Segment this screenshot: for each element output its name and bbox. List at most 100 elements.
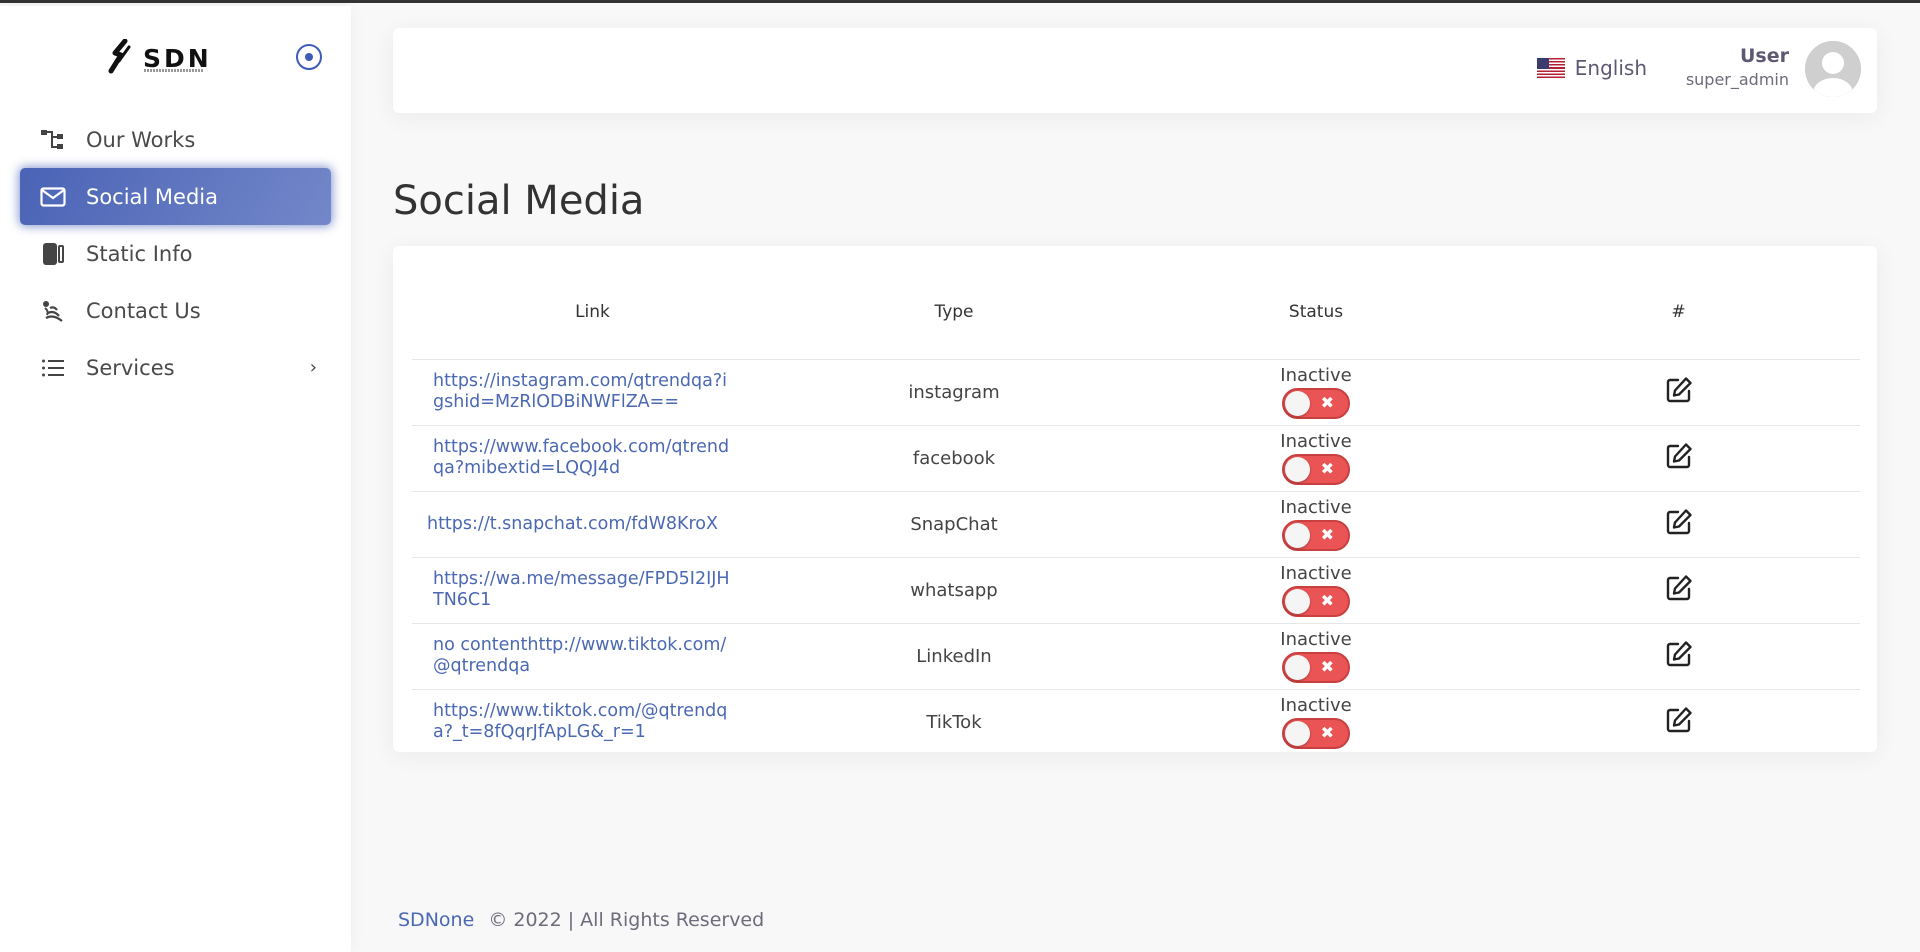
actions-cell: [1497, 359, 1860, 426]
sidebar-item-our-works[interactable]: Our Works: [20, 111, 331, 168]
status-cell: Inactive ✖: [1135, 623, 1497, 690]
status-text: Inactive: [1280, 695, 1352, 717]
top-navbar: English User super_admin: [393, 28, 1877, 113]
sidebar-item-label: Social Media: [86, 184, 219, 209]
link-cell: https://instagram.com/qtrendqa?igshid=Mz…: [412, 359, 773, 426]
us-flag-icon: [1536, 58, 1565, 78]
sidebar-item-label: Contact Us: [86, 298, 201, 323]
type-cell: whatsapp: [773, 557, 1135, 624]
status-text: Inactive: [1280, 431, 1352, 452]
sidebar: SDN Our Works Social Media Static Info C…: [0, 6, 351, 952]
status-cell: Inactive ✖: [1135, 491, 1497, 558]
social-link[interactable]: https://wa.me/message/FPD5I2IJHTN6C1: [433, 569, 733, 611]
column-header-actions: #: [1497, 266, 1860, 360]
footer: SDNone © 2022 | All Rights Reserved: [398, 909, 764, 931]
table-row: https://t.snapchat.com/fdW8KroX SnapChat…: [412, 491, 1860, 558]
link-cell: https://www.tiktok.com/@qtrendqa?_t=8fQq…: [412, 689, 773, 755]
column-header-link: Link: [412, 266, 773, 360]
status-toggle[interactable]: ✖: [1282, 586, 1350, 617]
sidebar-toggle-button[interactable]: [296, 44, 322, 70]
status-text: Inactive: [1280, 563, 1352, 584]
edit-icon[interactable]: [1664, 705, 1694, 735]
close-icon: ✖: [1320, 459, 1334, 478]
brand-mark-icon: [108, 39, 131, 74]
edit-icon[interactable]: [1664, 441, 1694, 471]
brand-tagline: [144, 69, 204, 72]
language-selector[interactable]: English: [1536, 56, 1647, 80]
column-header-type: Type: [773, 266, 1135, 360]
status-text: Inactive: [1280, 629, 1352, 650]
sidebar-item-social-media[interactable]: Social Media: [20, 168, 331, 225]
actions-cell: [1497, 425, 1860, 492]
close-icon: ✖: [1320, 525, 1334, 544]
edit-icon[interactable]: [1664, 639, 1694, 669]
sidebar-item-label: Static Info: [86, 241, 193, 266]
column-header-status: Status: [1135, 266, 1497, 360]
social-link[interactable]: no contenthttp://www.tiktok.com/@qtrendq…: [433, 635, 733, 677]
type-cell: LinkedIn: [773, 623, 1135, 690]
edit-icon[interactable]: [1664, 507, 1694, 537]
footer-copyright: © 2022 | All Rights Reserved: [488, 909, 765, 931]
sidebar-item-contact-us[interactable]: Contact Us: [20, 282, 331, 339]
close-icon: ✖: [1320, 393, 1334, 412]
social-link[interactable]: https://www.tiktok.com/@qtrendqa?_t=8fQq…: [433, 701, 733, 743]
sidebar-item-services[interactable]: Services ›: [20, 339, 331, 396]
table-row: https://www.facebook.com/qtrendqa?mibext…: [412, 425, 1860, 492]
link-cell: https://wa.me/message/FPD5I2IJHTN6C1: [412, 557, 773, 624]
user-avatar-icon: [1805, 41, 1861, 97]
link-cell: no contenthttp://www.tiktok.com/@qtrendq…: [412, 623, 773, 690]
info-panel-icon: [40, 241, 66, 267]
page-title: Social Media: [393, 178, 645, 224]
language-label: English: [1574, 56, 1647, 80]
signal-icon: [40, 298, 66, 324]
table-row: https://wa.me/message/FPD5I2IJHTN6C1 wha…: [412, 557, 1860, 624]
close-icon: ✖: [1320, 723, 1334, 743]
table-header-row: Link Type Status #: [412, 266, 1860, 360]
social-media-table-card: Link Type Status # https://instagram.com…: [393, 246, 1877, 752]
status-toggle[interactable]: ✖: [1282, 388, 1350, 419]
table-row: https://instagram.com/qtrendqa?igshid=Mz…: [412, 359, 1860, 426]
sidebar-item-static-info[interactable]: Static Info: [20, 225, 331, 282]
status-cell: Inactive ✖: [1135, 425, 1497, 492]
toggle-dot-icon: [305, 53, 313, 61]
user-role: super_admin: [1685, 70, 1789, 89]
close-icon: ✖: [1320, 657, 1334, 676]
footer-brand-link[interactable]: SDNone: [398, 909, 474, 931]
actions-cell: [1497, 557, 1860, 624]
mail-icon: [40, 184, 66, 210]
status-toggle[interactable]: ✖: [1282, 652, 1350, 683]
table-row: no contenthttp://www.tiktok.com/@qtrendq…: [412, 623, 1860, 690]
sitemap-icon: [40, 127, 66, 153]
sidebar-item-label: Services: [86, 355, 175, 380]
status-cell: Inactive ✖: [1135, 359, 1497, 426]
status-text: Inactive: [1280, 365, 1352, 386]
type-cell: TikTok: [926, 711, 982, 733]
sidebar-nav: Our Works Social Media Static Info Conta…: [20, 111, 331, 396]
status-cell: Inactive ✖: [1135, 557, 1497, 624]
status-toggle[interactable]: ✖: [1282, 520, 1350, 551]
actions-cell: [1497, 491, 1860, 558]
type-cell: instagram: [773, 359, 1135, 426]
social-link[interactable]: https://instagram.com/qtrendqa?igshid=Mz…: [433, 371, 733, 413]
sidebar-item-label: Our Works: [86, 127, 196, 152]
edit-icon[interactable]: [1664, 573, 1694, 603]
table-row: https://www.tiktok.com/@qtrendqa?_t=8fQq…: [412, 689, 1860, 755]
status-cell: Inactive ✖: [1135, 689, 1497, 755]
link-cell: https://t.snapchat.com/fdW8KroX: [412, 491, 773, 558]
brand-logo[interactable]: SDN: [105, 36, 212, 80]
type-cell: SnapChat: [773, 491, 1135, 558]
status-toggle[interactable]: ✖: [1282, 454, 1350, 485]
user-name: User: [1740, 45, 1789, 67]
status-toggle[interactable]: ✖: [1282, 718, 1350, 750]
social-link[interactable]: https://t.snapchat.com/fdW8KroX: [427, 514, 718, 535]
user-info[interactable]: User super_admin: [1686, 45, 1789, 89]
avatar[interactable]: [1805, 41, 1861, 97]
type-cell: facebook: [773, 425, 1135, 492]
social-media-table: Link Type Status # https://instagram.com…: [412, 266, 1860, 755]
edit-icon[interactable]: [1664, 375, 1694, 405]
actions-cell: [1497, 623, 1860, 690]
chevron-right-icon: ›: [309, 357, 317, 378]
list-icon: [40, 355, 66, 381]
social-link[interactable]: https://www.facebook.com/qtrendqa?mibext…: [433, 437, 733, 479]
status-text: Inactive: [1280, 497, 1352, 518]
